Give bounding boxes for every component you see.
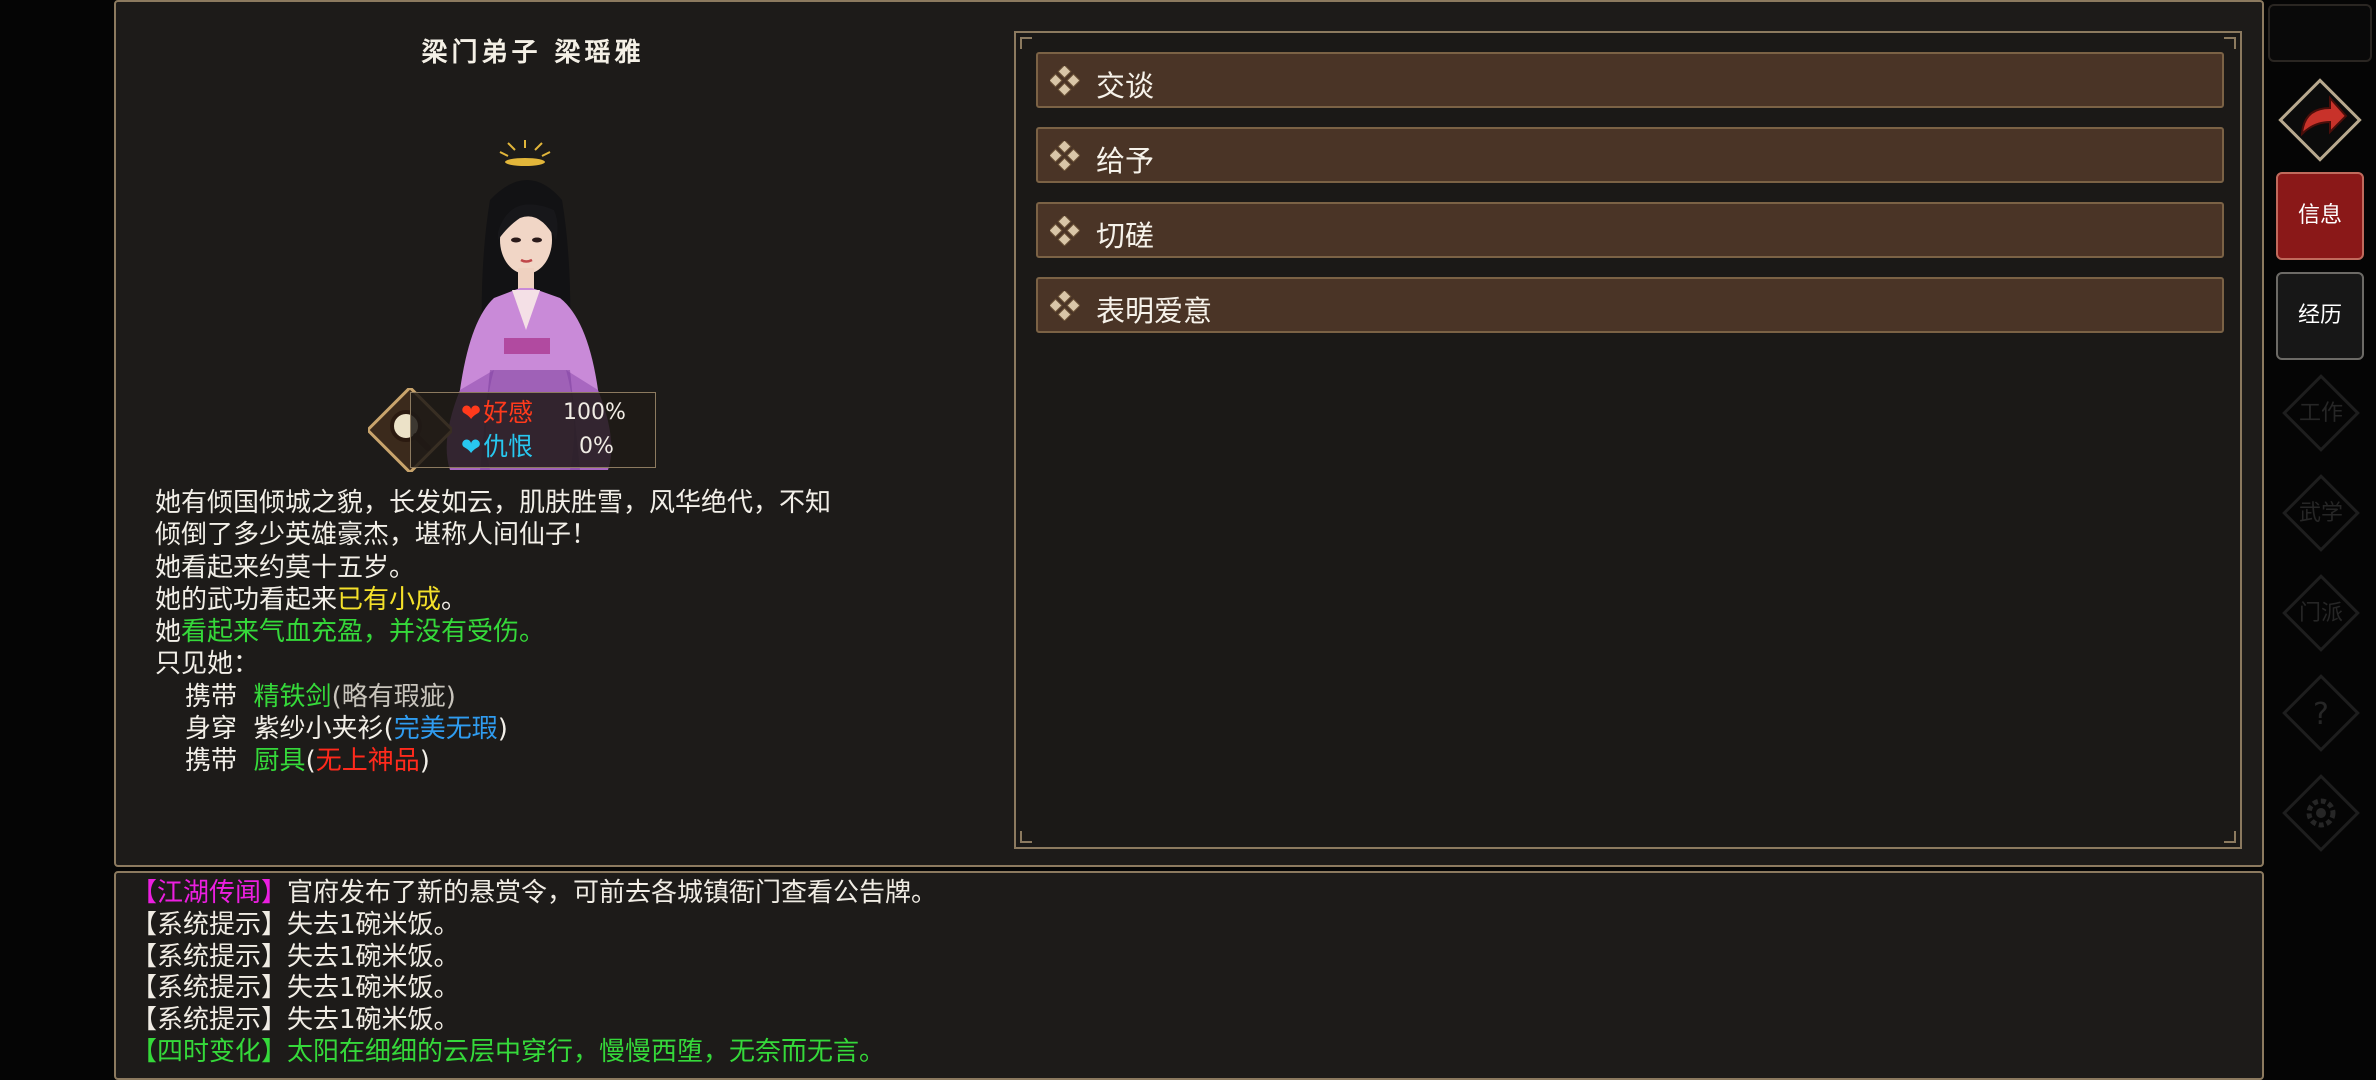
affection-value: 100%: [563, 400, 626, 425]
sect-icon[interactable]: 门派: [2276, 568, 2366, 658]
equipment-header: 只见她：: [155, 649, 260, 680]
affection-row: ❤好感 100%: [461, 397, 626, 429]
return-arrow-icon[interactable]: [2272, 72, 2368, 168]
talk-label: 交谈: [1096, 69, 1155, 103]
log-entry: 【系统提示】失去1碗米饭。: [131, 973, 937, 1005]
npc-description: 她有倾国倾城之貌，长发如云，肌肤胜雪，风华绝代，不知 倾倒了多少英雄豪杰，堪称人…: [155, 487, 831, 778]
hatred-row: ❤仇恨 0%: [461, 431, 614, 463]
diamond-cluster-icon: [1050, 141, 1080, 171]
hatred-value: 0%: [579, 434, 614, 459]
log-text: 失去1碗米饭。: [287, 941, 460, 972]
spar-button[interactable]: 切磋: [1036, 202, 2224, 258]
item-name: 精铁剑: [253, 681, 332, 712]
svg-text:?: ?: [2313, 697, 2329, 732]
equipment-item: 身穿 紫纱小夹衫(完美无瑕): [185, 714, 508, 745]
log-tag: 【系统提示】: [131, 941, 288, 972]
diamond-cluster-icon: [1050, 66, 1080, 96]
message-log: 【江湖传闻】官府发布了新的悬赏令，可前去各城镇衙门查看公告牌。 【系统提示】失去…: [131, 878, 937, 1069]
give-label: 给予: [1096, 144, 1155, 178]
panel-corner: [2224, 831, 2236, 843]
hatred-label: 仇恨: [483, 432, 534, 461]
description-line: 她有倾国倾城之貌，长发如云，肌肤胜雪，风华绝代，不知: [155, 488, 832, 518]
affection-label: 好感: [483, 398, 534, 427]
sidebar-header: [2268, 4, 2372, 62]
heart-icon: ❤: [461, 433, 482, 461]
equipment-item: 携带 厨具(无上神品): [185, 746, 430, 777]
log-text: 失去1碗米饭。: [287, 909, 460, 940]
log-tag: 【系统提示】: [131, 973, 288, 1004]
work-icon[interactable]: 工作: [2276, 368, 2366, 458]
log-text: 失去1碗米饭。: [287, 973, 460, 1004]
diamond-cluster-icon: [1050, 216, 1080, 246]
action-panel: 交谈 给予 切磋 表明爱意: [1014, 31, 2242, 849]
svg-text:门派: 门派: [2299, 601, 2343, 626]
give-button[interactable]: 给予: [1036, 127, 2224, 183]
log-tag: 【系统提示】: [131, 1005, 288, 1036]
log-entry: 【系统提示】失去1碗米饭。: [131, 910, 937, 942]
gear-icon[interactable]: [2276, 768, 2366, 858]
help-icon[interactable]: ?: [2276, 668, 2366, 758]
item-name: 紫纱小夹衫: [253, 714, 384, 745]
martial-icon[interactable]: 武学: [2276, 468, 2366, 558]
item-quality: 略有瑕疵: [341, 681, 446, 712]
log-tag: 【江湖传闻】: [131, 878, 288, 908]
log-tag: 【系统提示】: [131, 909, 288, 940]
description-line: 倾倒了多少英雄豪杰，堪称人间仙子！: [155, 520, 598, 551]
item-quality: 完美无瑕: [393, 714, 498, 745]
health-status: 看起来气血充盈，并没有受伤。: [181, 617, 546, 648]
item-quality: 无上神品: [315, 746, 420, 777]
npc-name-title: 梁门弟子 梁瑶雅: [421, 38, 645, 68]
log-entry: 【系统提示】失去1碗米饭。: [131, 1005, 937, 1037]
talk-button[interactable]: 交谈: [1036, 52, 2224, 108]
confess-love-label: 表明爱意: [1096, 294, 1213, 328]
relation-box: ❤好感 100% ❤仇恨 0%: [410, 392, 656, 468]
log-tag: 【四时变化】: [131, 1036, 288, 1067]
confess-love-button[interactable]: 表明爱意: [1036, 277, 2224, 333]
log-entry: 【系统提示】失去1碗米饭。: [131, 942, 937, 974]
heart-icon: ❤: [461, 399, 482, 427]
log-text: 太阳在细细的云层中穿行，慢慢西堕，无奈而无言。: [287, 1036, 886, 1067]
item-name: 厨具: [253, 746, 306, 777]
tab-history[interactable]: 经历: [2276, 272, 2364, 360]
health-line: 她看起来气血充盈，并没有受伤。: [155, 617, 546, 648]
equipment-item: 携带 精铁剑(略有瑕疵): [185, 681, 456, 712]
log-text: 失去1碗米饭。: [287, 1005, 460, 1036]
svg-text:工作: 工作: [2299, 401, 2343, 426]
diamond-cluster-icon: [1050, 291, 1080, 321]
log-entry: 【四时变化】太阳在细细的云层中穿行，慢慢西堕，无奈而无言。: [131, 1037, 937, 1069]
spar-label: 切磋: [1096, 219, 1155, 253]
panel-corner: [1020, 37, 1032, 49]
tab-info[interactable]: 信息: [2276, 172, 2364, 260]
log-text: 官府发布了新的悬赏令，可前去各城镇衙门查看公告牌。: [287, 878, 938, 908]
svg-text:武学: 武学: [2299, 501, 2343, 526]
panel-corner: [1020, 831, 1032, 843]
age-line: 她看起来约莫十五岁。: [155, 552, 416, 583]
martial-level: 已有小成: [337, 584, 442, 615]
log-entry: 【江湖传闻】官府发布了新的悬赏令，可前去各城镇衙门查看公告牌。: [131, 878, 937, 910]
panel-corner: [2224, 37, 2236, 49]
martial-level-line: 她的武功看起来已有小成。: [155, 584, 468, 615]
